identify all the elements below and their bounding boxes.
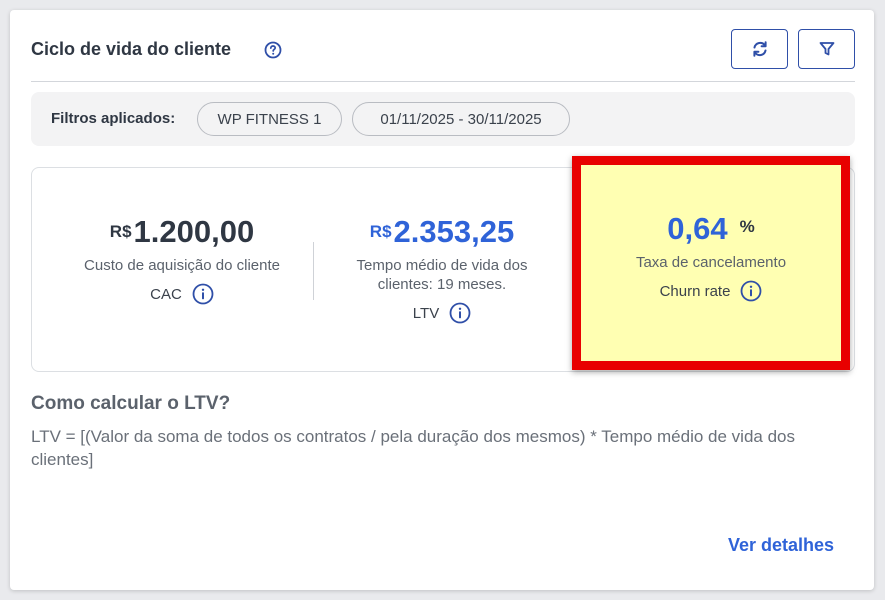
metric-cac: R$ 1.200,00 Custo de aquisição do client… [62,168,302,305]
customer-lifecycle-card: Ciclo de vida do cliente Filtros aplicad… [10,10,874,590]
ltv-label-line2: clientes: 19 meses. [377,276,507,293]
ltv-currency: R$ [369,222,392,241]
header-divider [31,81,855,82]
cac-label: Custo de aquisição do cliente [84,257,280,274]
metric-churn: 0,64 % Taxa de cancelamento Churn rate [581,165,841,302]
info-icon[interactable] [740,280,762,302]
churn-label: Taxa de cancelamento [635,254,787,271]
cac-currency: R$ [109,222,132,241]
filter-chip-date-range[interactable]: 01/11/2025 - 30/11/2025 [352,102,570,136]
ltv-formula-title: Como calcular o LTV? [31,393,231,414]
metric-ltv: R$ 2.353,25 Tempo médio de vida dos clie… [322,168,562,324]
churn-value: 0,64 [667,211,728,246]
card-title: Ciclo de vida do cliente [31,39,232,59]
filter-button[interactable] [798,29,855,69]
churn-code: Churn rate [659,282,731,300]
view-details-link[interactable]: Ver detalhes [728,535,834,556]
churn-unit: % [739,217,755,236]
filters-label: Filtros aplicados: [51,110,176,127]
filter-chip-unit[interactable]: WP FITNESS 1 [197,102,342,136]
filter-icon [819,42,834,56]
cac-value: 1.200,00 [133,214,255,249]
refresh-button[interactable] [731,29,788,69]
cac-code: CAC [150,285,182,303]
info-icon[interactable] [449,302,471,324]
metric-separator [313,242,314,300]
ltv-value: 2.353,25 [393,214,515,249]
ltv-label-line1: Tempo médio de vida dos [356,257,528,274]
refresh-icon [752,41,767,57]
churn-highlight-box: 0,64 % Taxa de cancelamento Churn rate [572,156,850,370]
question-circle-icon[interactable] [264,41,282,59]
info-icon[interactable] [192,283,214,305]
ltv-formula-text: LTV = [(Valor da soma de todos os contra… [31,427,795,469]
ltv-code: LTV [412,304,440,322]
applied-filters-bar: Filtros aplicados: WP FITNESS 1 01/11/20… [31,92,855,146]
